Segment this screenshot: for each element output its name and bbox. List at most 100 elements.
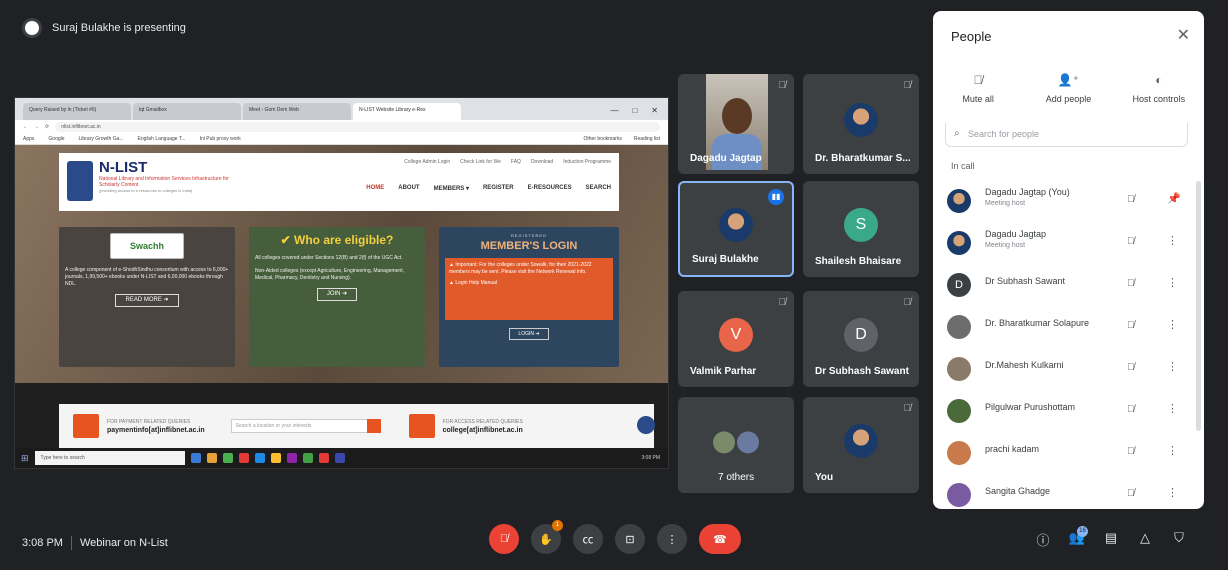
participant-row[interactable]: Sangita Ghadge 🎙̸ ⋮: [933, 475, 1204, 509]
browser-tab-active: N-LIST Website Library e-Res: [353, 103, 461, 120]
chat-icon: ▤: [1104, 530, 1118, 545]
participant-avatar: [947, 399, 971, 423]
close-icon[interactable]: ✕: [1177, 25, 1190, 45]
more-options-icon[interactable]: ⋮: [1167, 318, 1178, 331]
browser-tab: lqt Gmailbox: [133, 103, 241, 120]
more-options-icon[interactable]: ⋮: [1167, 402, 1178, 415]
participant-row[interactable]: Dr. Bharatkumar Solapure 🎙̸ ⋮: [933, 307, 1204, 349]
participant-avatar: [947, 483, 971, 507]
participant-tile-name: Dr Subhash Sawant: [815, 366, 909, 377]
meeting-controls-bar: 3:08 PM Webinar on N-List 🎙̸ ✋ 1 ㏄ ⊡ ⋮ ☎: [0, 516, 1228, 570]
mic-off-icon: 🎙̸: [1127, 194, 1135, 205]
hang-up-icon: ☎: [713, 533, 727, 546]
participant-avatar: [719, 207, 753, 242]
participant-tile[interactable]: D Dr Subhash Sawant 🎙̸: [803, 291, 919, 387]
host-controls-button[interactable]: ◐ Host controls: [1114, 73, 1204, 104]
participant-name: Sangita Ghadge: [985, 486, 1051, 496]
nlist-website: N-LIST National Library and Information …: [15, 145, 668, 383]
participant-tile-name: Suraj Bulakhe: [692, 254, 759, 265]
participant-tile-others[interactable]: 7 others: [678, 397, 794, 493]
toggle-icon: ◐: [1155, 73, 1163, 87]
raise-hand-badge: 1: [552, 520, 563, 531]
people-search-input[interactable]: ⌕ Search for people: [945, 123, 1188, 147]
present-button[interactable]: ⊡: [615, 524, 645, 554]
mic-off-icon: 🎙̸: [1127, 236, 1135, 247]
presenter-bar: Suraj Bulakhe is presenting: [22, 18, 186, 38]
leave-call-button[interactable]: ☎: [699, 524, 741, 554]
participant-row[interactable]: prachi kadam 🎙̸ ⋮: [933, 433, 1204, 475]
participant-row[interactable]: Dagadu Jagtap Meeting host 🎙̸ ⋮: [933, 223, 1204, 265]
participant-tile-speaking[interactable]: Suraj Bulakhe ▮▮: [678, 181, 794, 277]
participant-avatar: [844, 423, 878, 458]
participant-row[interactable]: Dagadu Jagtap (You) Meeting host 🎙̸ 📌: [933, 181, 1204, 223]
bookmark: English Language T...: [137, 136, 186, 142]
pin-icon[interactable]: 📌: [1167, 192, 1181, 205]
host-controls-label: Host controls: [1132, 94, 1186, 104]
in-call-label: In call: [951, 161, 975, 171]
people-button[interactable]: 👥 16: [1068, 526, 1088, 550]
participant-tile-name: You: [815, 472, 834, 483]
taskbar-app-icon: [238, 453, 249, 463]
site-nav-search: SEARCH: [585, 185, 611, 191]
meeting-info: 3:08 PM Webinar on N-List: [22, 536, 168, 550]
more-options-icon[interactable]: ⋮: [1167, 360, 1178, 373]
more-options-icon[interactable]: ⋮: [1167, 444, 1178, 457]
participant-row[interactable]: D Dr Subhash Sawant 🎙̸ ⋮: [933, 265, 1204, 307]
more-options-icon[interactable]: ⋮: [1167, 234, 1178, 247]
more-options-button[interactable]: ⋮: [657, 524, 687, 554]
maximize-icon: □: [632, 106, 638, 115]
chat-button[interactable]: ▤: [1102, 530, 1120, 550]
site-nav-home: HOME: [366, 185, 385, 191]
captions-button[interactable]: ㏄: [573, 524, 603, 554]
participant-name: Dr. Bharatkumar Solapure: [985, 318, 1090, 328]
participant-name: Pilgulwar Purushottam: [985, 402, 1076, 412]
participant-row[interactable]: Pilgulwar Purushottam 🎙̸ ⋮: [933, 391, 1204, 433]
mic-off-icon: 🎙̸: [1127, 320, 1135, 331]
side-controls: ⓘ 👥 16 ▤ △ ⛉: [1034, 526, 1188, 550]
participant-avatar: D: [844, 317, 878, 352]
access-label: FOR ACCESS RELATED QUERIES: [442, 418, 523, 425]
meeting-time: 3:08 PM: [22, 537, 63, 549]
captions-icon: ㏄: [582, 534, 594, 546]
util-link: Induction Programme: [563, 159, 611, 165]
participant-tile[interactable]: S Shailesh Bhaisare: [803, 181, 919, 277]
participant-row[interactable]: Dr.Mahesh Kulkarni 🎙̸ ⋮: [933, 349, 1204, 391]
swachh-logo: Swachh: [110, 233, 184, 259]
mic-off-icon: 🎙̸: [1127, 362, 1135, 373]
participant-avatar: [844, 102, 878, 137]
payment-icon: [73, 414, 99, 438]
meeting-details-button[interactable]: ⓘ: [1034, 530, 1052, 550]
more-options-icon[interactable]: ⋮: [1167, 276, 1178, 289]
forward-icon: →: [34, 124, 39, 130]
activities-button[interactable]: △: [1136, 530, 1154, 550]
add-person-icon: 👤⁺: [1057, 73, 1080, 87]
participant-tile-self[interactable]: You 🎙̸: [803, 397, 919, 493]
back-icon: ←: [23, 124, 28, 130]
participant-avatar: [947, 189, 971, 213]
participant-tile[interactable]: Dr. Bharatkumar S... 🎙̸: [803, 74, 919, 174]
taskbar-app-icon: [270, 453, 281, 463]
mic-off-icon: 🎙̸: [1127, 278, 1135, 289]
minimize-icon: —: [610, 106, 619, 115]
mute-all-button[interactable]: 🎙̸ Mute all: [933, 73, 1023, 104]
divider: [70, 536, 72, 550]
raise-hand-button[interactable]: ✋ 1: [531, 520, 563, 554]
close-icon: ✕: [651, 106, 658, 115]
participant-tile-name: Dr. Bharatkumar S...: [815, 153, 911, 164]
join-button: JOIN ➜: [317, 288, 357, 301]
mic-off-icon: 🎙̸: [903, 297, 912, 308]
more-options-icon[interactable]: ⋮: [1167, 486, 1178, 499]
present-icon: ⊡: [625, 533, 635, 546]
people-actions: 🎙̸ Mute all 👤⁺ Add people ◐ Host control…: [933, 73, 1204, 104]
host-controls-toolbar-button[interactable]: ⛉: [1170, 530, 1188, 550]
login-alert-text: ▲ Important: For the colleges under Sowa…: [449, 262, 592, 275]
bookmark: Google: [48, 136, 65, 142]
mic-toggle-button[interactable]: 🎙̸: [489, 524, 519, 554]
participant-tile[interactable]: Dagadu Jagtap 🎙̸: [678, 74, 794, 174]
add-people-button[interactable]: 👤⁺ Add people: [1023, 73, 1113, 104]
login-help-text: ▲ Login Help Manual: [449, 280, 498, 286]
participant-tile-name: Valmik Parhar: [690, 366, 757, 377]
scroll-up-icon: [637, 416, 655, 434]
read-more-button: READ MORE ➜: [115, 294, 179, 307]
participant-tile[interactable]: V Valmik Parhar 🎙̸: [678, 291, 794, 387]
